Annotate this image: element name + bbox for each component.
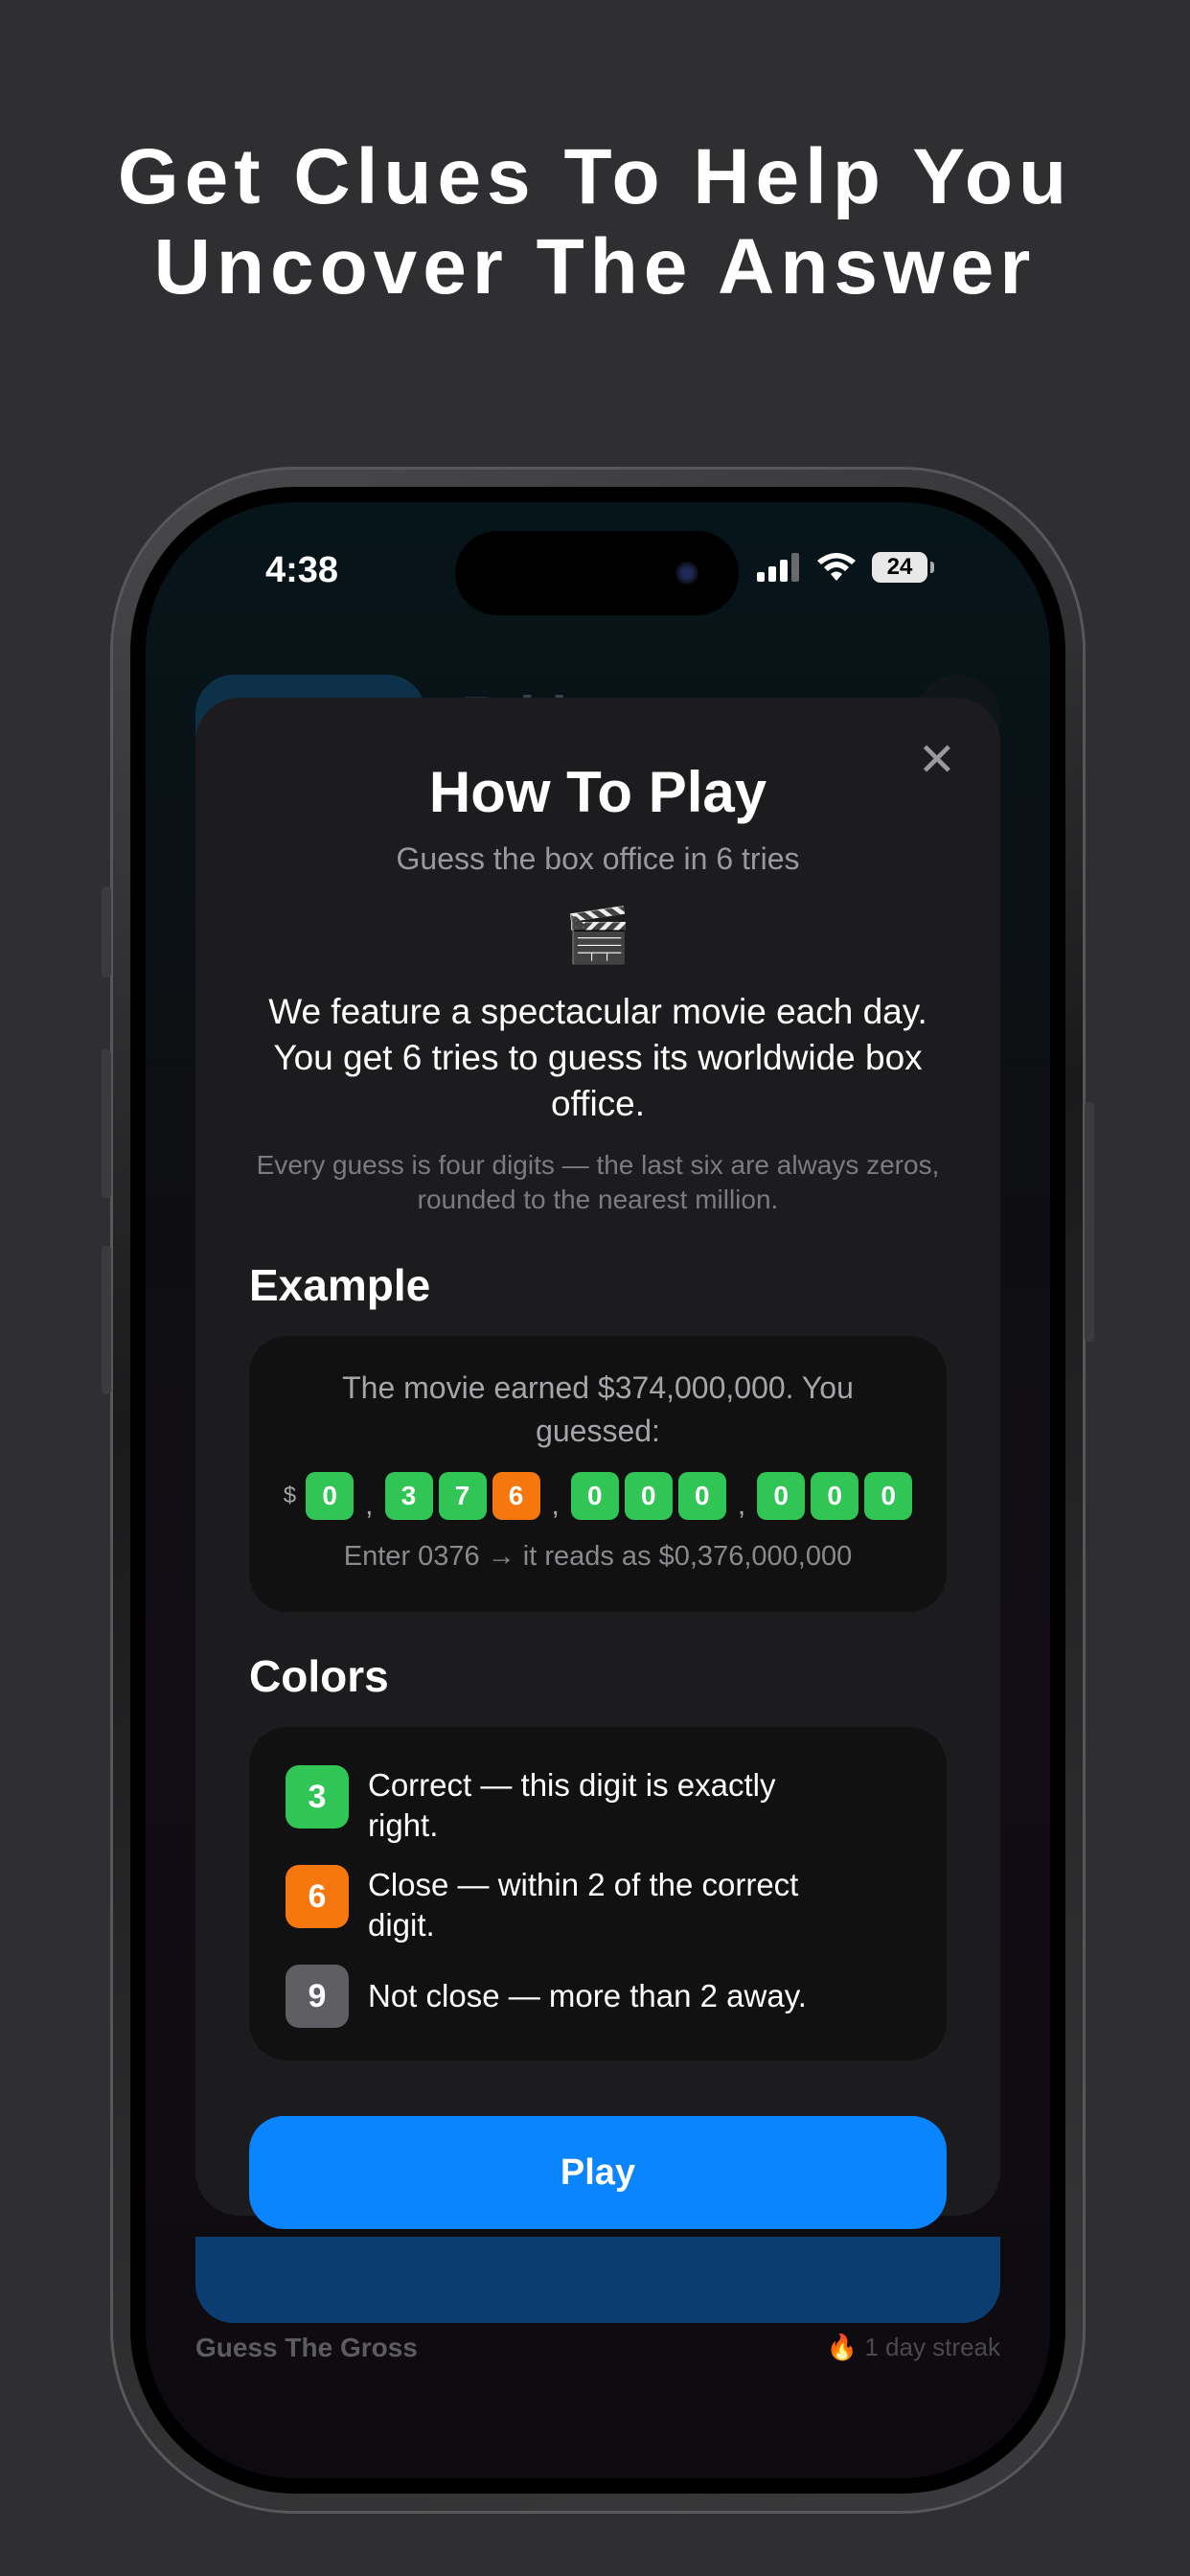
camera-icon: [675, 562, 698, 585]
legend-tile: 6: [286, 1865, 349, 1928]
digit-tile: 0: [677, 1472, 726, 1520]
legend-correct: 3 Correct — this digit is exactly right.: [286, 1765, 904, 1846]
digit-tile: 0: [570, 1472, 619, 1520]
volume-up-button: [102, 1049, 111, 1198]
colors-box: 3 Correct — this digit is exactly right.…: [249, 1727, 947, 2060]
digit-tile: 0: [864, 1472, 913, 1520]
legend-text-line-2: right.: [368, 1807, 439, 1843]
streak-text: 1 day streak: [864, 2333, 1000, 2361]
legend-close: 6 Close — within 2 of the correct digit.: [286, 1865, 904, 1945]
legend-text: Close — within 2 of the correct digit.: [368, 1865, 904, 1945]
headline-line-1: Get Clues To Help You: [117, 133, 1073, 220]
legend-text-line-2: digit.: [368, 1907, 435, 1943]
example-line-2: guessed:: [536, 1414, 660, 1448]
legend-text: Not close — more than 2 away.: [368, 1978, 807, 2013]
digit-tile: 0: [624, 1472, 673, 1520]
streak-indicator: 🔥 1 day streak: [827, 2333, 1000, 2362]
promo-headline: Get Clues To Help You Uncover The Answer: [0, 132, 1190, 312]
action-button: [102, 886, 111, 978]
modal-description: We feature a spectacular movie each day.…: [268, 992, 927, 1123]
status-time: 4:38: [265, 550, 339, 590]
headline-line-2: Uncover The Answer: [153, 223, 1037, 310]
battery-icon: 24: [872, 552, 934, 583]
legend-tile: 9: [286, 1965, 349, 2028]
modal-note: Every guess is four digits — the last si…: [256, 1150, 940, 1214]
colors-heading: Colors: [249, 1651, 389, 1701]
digit-tile: 3: [384, 1472, 433, 1520]
example-box: The movie earned $374,000,000. You guess…: [249, 1336, 947, 1612]
example-enter-text: Enter 0376 → it reads as $0,376,000,000: [343, 1541, 853, 1572]
clapperboard-icon: 🎬: [564, 905, 631, 965]
status-icons: 24: [757, 552, 934, 583]
power-button: [1085, 1102, 1094, 1342]
digit-separator: ,: [551, 1489, 560, 1521]
wifi-icon: [817, 553, 856, 581]
example-line-1: The movie earned $374,000,000. You: [342, 1370, 854, 1405]
volume-down-button: [102, 1246, 111, 1394]
digit-tile: 0: [757, 1472, 806, 1520]
digit-tile: 0: [811, 1472, 859, 1520]
modal-subtitle: Guess the box office in 6 tries: [396, 841, 800, 876]
phone-screen: 4:38 24 B l i Guess The Gross 🔥 1 day st…: [146, 502, 1050, 2478]
footer-app-name: Guess The Gross: [195, 2333, 418, 2362]
how-to-play-modal: ✕ How To Play Guess the box office in 6 …: [195, 698, 1000, 2229]
fire-icon: 🔥: [826, 2333, 858, 2361]
background-card-bottom: [195, 2237, 1000, 2323]
legend-tile: 3: [286, 1765, 349, 1828]
legend-text-line-1: Correct — this digit is exactly: [368, 1767, 776, 1803]
digit-tile: 0: [306, 1472, 355, 1520]
play-button[interactable]: Play: [249, 2116, 947, 2229]
example-digits: $ 0,376,000,000: [249, 1472, 947, 1520]
dynamic-island: [455, 531, 739, 615]
legend-text-line-1: Close — within 2 of the correct: [368, 1867, 799, 1902]
digit-tile: 6: [492, 1472, 540, 1520]
example-heading: Example: [249, 1260, 431, 1310]
digit-separator: ,: [737, 1489, 746, 1521]
modal-title: How To Play: [428, 760, 767, 824]
digit-tile: 7: [438, 1472, 487, 1520]
signal-icon: [757, 553, 799, 582]
legend-text: Correct — this digit is exactly right.: [368, 1765, 904, 1846]
currency-symbol: $: [283, 1483, 297, 1508]
legend-not-close: 9 Not close — more than 2 away.: [286, 1965, 904, 2028]
digit-separator: ,: [365, 1489, 374, 1521]
